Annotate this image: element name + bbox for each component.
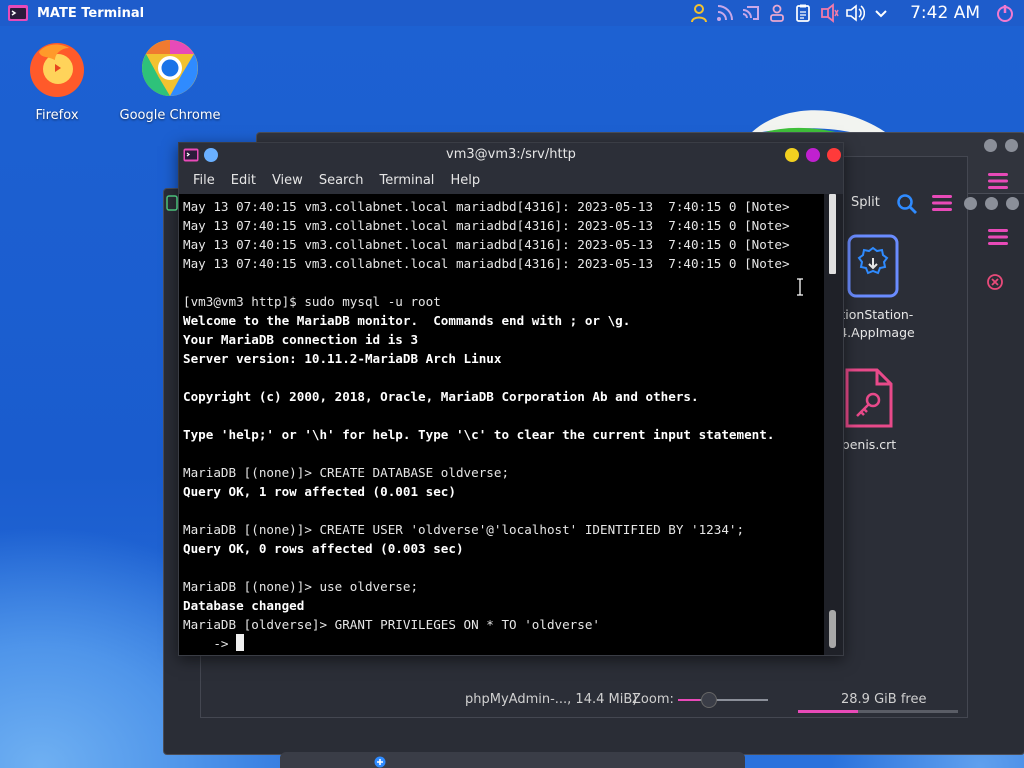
window-control-icon[interactable] [1005,139,1018,152]
chrome-icon [142,40,198,96]
user-icon[interactable] [688,2,710,24]
certificate-icon [845,368,893,428]
terminal-line: MariaDB [oldverse]> GRANT PRIVILEGES ON … [183,617,601,632]
active-app-title: MATE Terminal [37,5,145,21]
terminal-line: Query OK, 1 row affected (0.001 sec) [183,484,456,499]
menu-terminal[interactable]: Terminal [371,173,442,188]
terminal-line: Server version: 10.11.2-MariaDB Arch Lin… [183,351,502,366]
menu-file[interactable]: File [185,173,223,188]
terminal-line: Your MariaDB connection id is 3 [183,332,419,347]
maximize-button[interactable] [806,148,820,162]
minimize-button[interactable] [785,148,799,162]
scrollbar-top-segment [829,194,836,274]
free-space-label: 28.9 GiB free [841,692,927,707]
window-control-icon[interactable] [985,197,998,210]
window-control-icon[interactable] [984,139,997,152]
text-cursor [236,634,245,651]
terminal-line: May 13 07:40:15 vm3.collabnet.local mari… [183,237,790,252]
menu-edit[interactable]: Edit [223,173,264,188]
appimage-icon [847,234,899,298]
window-control-icon[interactable] [964,197,977,210]
terminal-line: Type 'help;' or '\h' for help. Type '\c'… [183,427,775,442]
chevron-down-icon[interactable] [870,2,892,24]
hamburger-menu-icon[interactable] [987,228,1009,246]
hamburger-menu-icon[interactable] [987,172,1009,190]
menu-search[interactable]: Search [311,173,372,188]
terminal-window[interactable]: vm3@vm3:/srv/http File Edit View Search … [178,142,844,656]
terminal-input-line[interactable]: -> [183,634,245,653]
terminal-line: [vm3@vm3 http]$ sudo mysql -u root [183,294,441,309]
terminal-app-icon[interactable] [7,2,29,24]
terminal-line: Database changed [183,598,305,613]
text-cursor-pointer-icon [797,278,803,296]
add-icon[interactable] [374,756,386,768]
terminal-line: Copyright (c) 2000, 2018, Oracle, MariaD… [183,389,699,404]
desktop-icon-firefox[interactable]: Firefox [2,36,112,123]
terminal-title: vm3@vm3:/srv/http [446,147,576,162]
volume-icon[interactable] [844,2,866,24]
rss-icon[interactable] [714,2,736,24]
close-button[interactable] [827,148,841,162]
close-circle-icon[interactable] [986,273,1004,291]
terminal-line: May 13 07:40:15 vm3.collabnet.local mari… [183,199,790,214]
bottom-dock[interactable] [280,752,745,768]
top-panel: MATE Terminal 7:42 AM [0,0,1024,26]
system-tray: 7:42 AM [686,0,1024,26]
terminal-menubar: File Edit View Search Terminal Help [179,167,843,194]
file-manager-status-bar: phpMyAdmin-..., 14.4 MiB) Zoom: 28.9 GiB… [200,686,966,716]
terminal-line: May 13 07:40:15 vm3.collabnet.local mari… [183,218,790,233]
partial-window-icon [166,195,178,211]
terminal-scrollbar[interactable] [824,194,843,655]
terminal-line: MariaDB [(none)]> CREATE USER 'oldverse'… [183,522,745,537]
continuation-prompt: -> [183,636,237,651]
scrollbar-thumb[interactable] [829,610,836,648]
panel-clock[interactable]: 7:42 AM [910,3,980,23]
power-icon[interactable] [994,2,1016,24]
menu-view[interactable]: View [264,173,311,188]
desktop-icon-google-chrome[interactable]: Google Chrome [115,36,225,123]
search-icon[interactable] [896,193,918,215]
terminal-line: May 13 07:40:15 vm3.collabnet.local mari… [183,256,790,271]
terminal-line: MariaDB [(none)]> CREATE DATABASE oldver… [183,465,510,480]
disk-usage-fill [798,710,858,713]
menu-help[interactable]: Help [442,173,488,188]
terminal-line: MariaDB [(none)]> use oldverse; [183,579,419,594]
zoom-slider-handle[interactable] [701,692,717,708]
zoom-label: Zoom: [632,692,674,707]
terminal-line: Query OK, 0 rows affected (0.003 sec) [183,541,464,556]
hamburger-menu-icon[interactable] [931,194,953,212]
mic-muted-icon[interactable] [818,2,840,24]
window-control-icon[interactable] [1006,197,1019,210]
desktop-icon-label: Google Chrome [119,108,221,123]
firefox-icon [30,43,84,97]
status-selected-file: phpMyAdmin-..., 14.4 MiB) [465,692,638,707]
cast-icon[interactable] [740,2,762,24]
terminal-line: Welcome to the MariaDB monitor. Commands… [183,313,631,328]
terminal-output[interactable]: May 13 07:40:15 vm3.collabnet.local mari… [179,194,824,655]
desktop-icon-label: Firefox [35,108,79,123]
account-icon[interactable] [766,2,788,24]
terminal-titlebar[interactable]: vm3@vm3:/srv/http [179,143,843,167]
clipboard-icon[interactable] [792,2,814,24]
split-button[interactable]: Split [851,195,880,210]
zoom-slider-fill [678,699,700,701]
